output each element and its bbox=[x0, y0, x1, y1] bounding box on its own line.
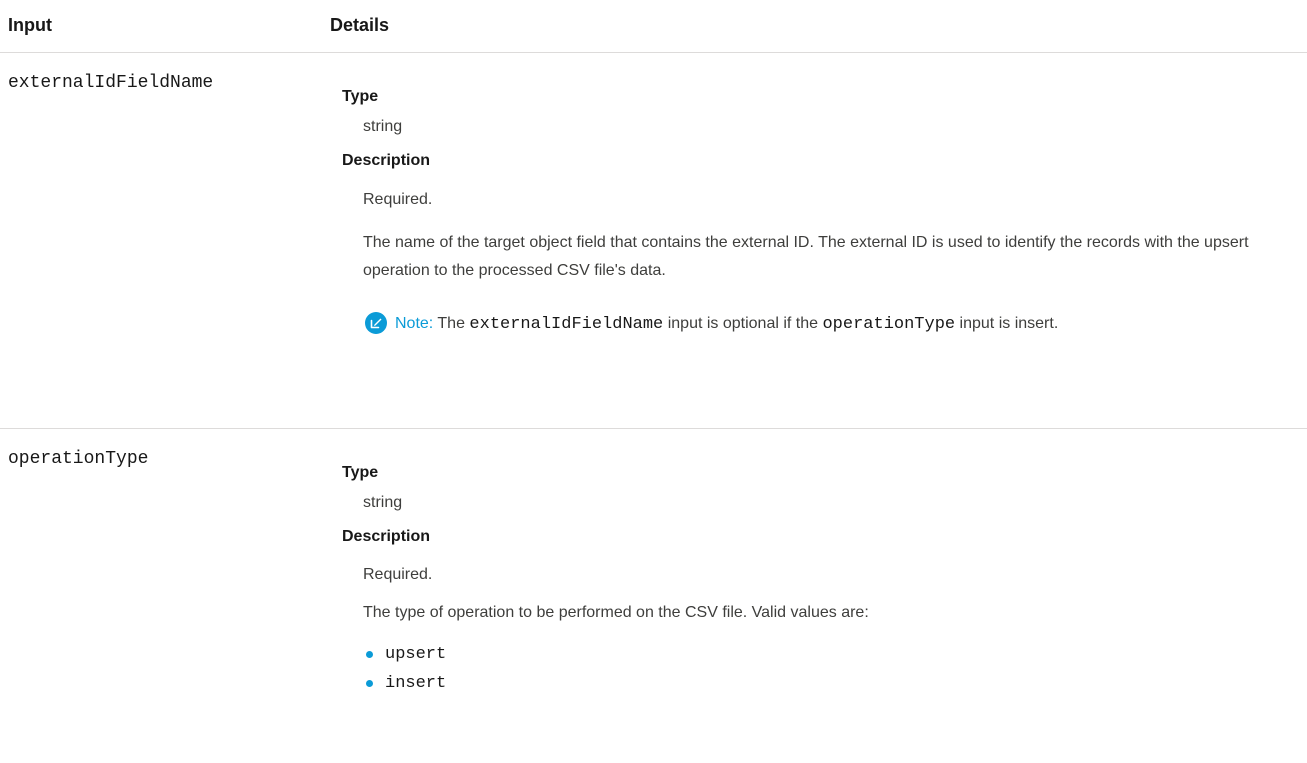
type-value: string bbox=[363, 118, 403, 135]
type-value: string bbox=[363, 494, 403, 511]
note-code-1: externalIdFieldName bbox=[469, 315, 664, 334]
valid-values-list: upsert insert bbox=[363, 640, 446, 698]
note-text-1: The bbox=[433, 315, 470, 332]
bullet-dot-icon bbox=[366, 651, 373, 658]
required-text: Required. bbox=[363, 191, 433, 208]
header-input: Input bbox=[8, 15, 52, 35]
description-text: The name of the target object field that… bbox=[363, 234, 1249, 279]
note-text-2: input is optional if the bbox=[663, 315, 823, 332]
description-label: Description bbox=[342, 528, 431, 545]
note-code-2: operationType bbox=[822, 315, 956, 334]
note-text-3: input is insert. bbox=[955, 315, 1059, 332]
table-row: externalIdFieldName Type string Descript… bbox=[0, 53, 1307, 429]
table-header-row: Input Details bbox=[0, 0, 1307, 53]
note-label: Note: bbox=[395, 315, 434, 332]
param-name: operationType bbox=[8, 449, 149, 469]
type-label: Type bbox=[342, 464, 379, 481]
edit-note-icon bbox=[365, 312, 387, 334]
required-text: Required. bbox=[363, 566, 433, 583]
parameters-table: Input Details externalIdFieldName Type s… bbox=[0, 0, 1307, 763]
list-item: insert bbox=[363, 669, 446, 698]
list-item: upsert bbox=[363, 640, 446, 669]
list-item-value: insert bbox=[385, 674, 447, 693]
note-text: Note: The externalIdFieldName input is o… bbox=[395, 309, 1255, 339]
param-name: externalIdFieldName bbox=[8, 73, 214, 93]
description-text: The type of operation to be performed on… bbox=[363, 604, 869, 621]
bullet-dot-icon bbox=[366, 680, 373, 687]
type-label: Type bbox=[342, 88, 379, 105]
description-label: Description bbox=[342, 152, 431, 169]
table-row: operationType Type string Description Re… bbox=[0, 429, 1307, 763]
header-details: Details bbox=[330, 15, 390, 35]
list-item-value: upsert bbox=[385, 645, 447, 664]
